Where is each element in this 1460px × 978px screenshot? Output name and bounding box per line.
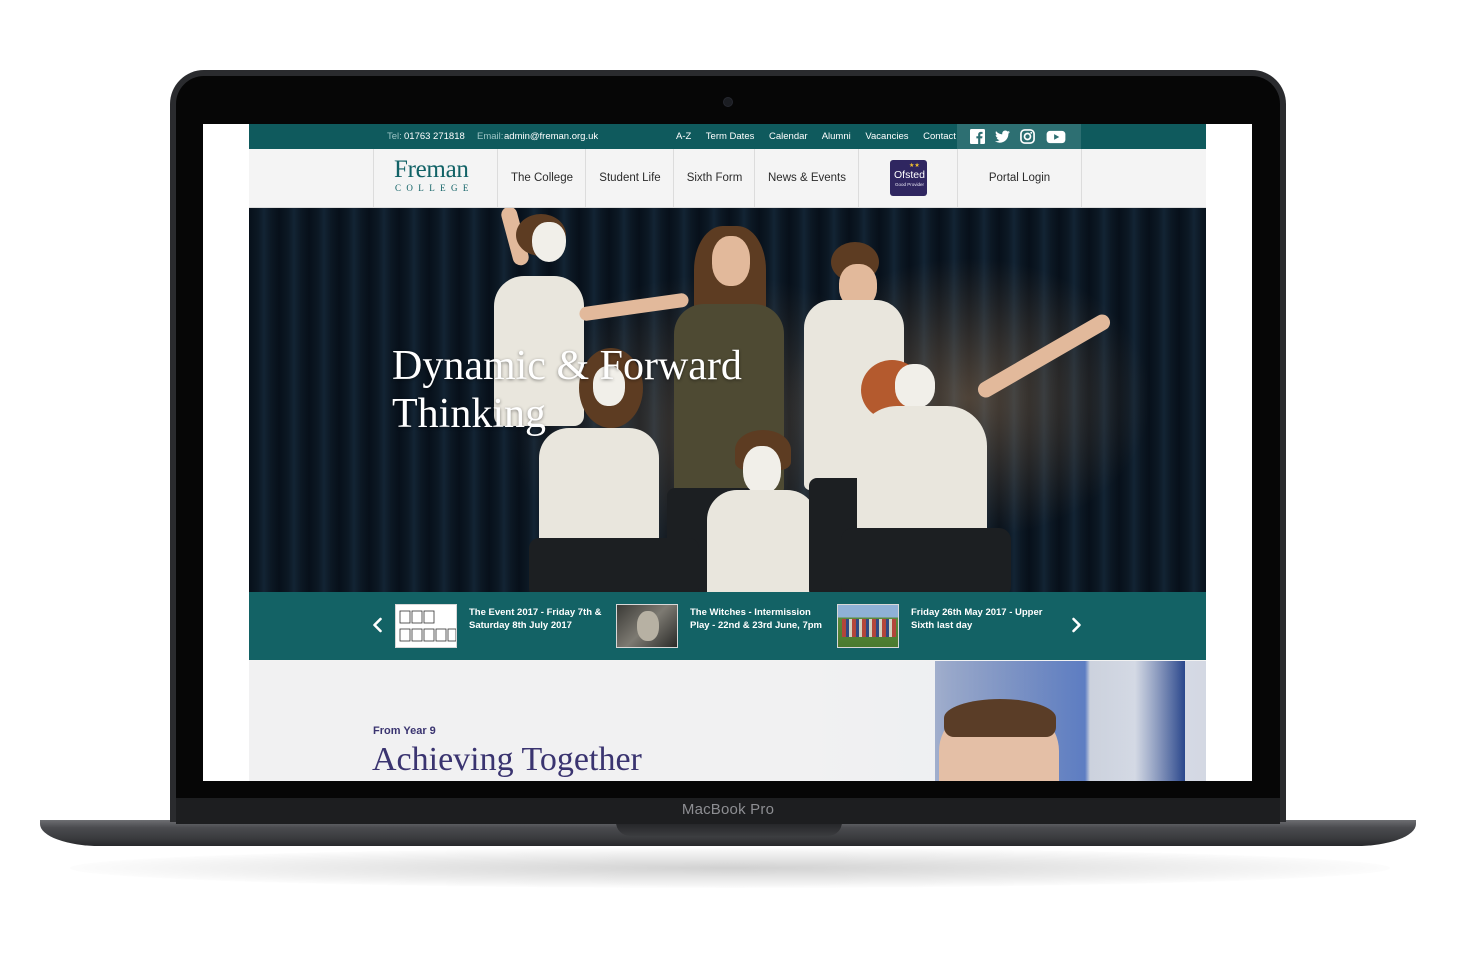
email-label: Email:: [477, 131, 504, 142]
chevron-right-icon[interactable]: [1067, 616, 1085, 634]
nav-item-sixth-form[interactable]: Sixth Form: [673, 149, 755, 207]
quick-links: A-Z Term Dates Calendar Alumni Vacancies…: [676, 131, 968, 142]
student-hair: [944, 699, 1056, 737]
ofsted-link[interactable]: ★★ Ofsted Good Provider: [858, 149, 958, 207]
section-eyebrow: From Year 9: [373, 725, 436, 737]
logo-subtitle: COLLEGE: [395, 183, 474, 193]
device-label: MacBook Pro: [681, 801, 775, 818]
hero-banner: Dynamic & Forward Thinking: [249, 208, 1206, 593]
news-item[interactable]: The Event 2017 - Friday 7th & Saturday 8…: [395, 604, 615, 650]
the-event-thumbnail-icon: [399, 610, 456, 642]
portal-login-button[interactable]: Portal Login: [957, 149, 1082, 207]
ofsted-stars-icon: ★★: [909, 163, 920, 169]
link-a-z[interactable]: A-Z: [676, 131, 691, 142]
website: Tel: 01763 271818 Email: admin@freman.or…: [249, 124, 1206, 781]
link-contact[interactable]: Contact: [923, 131, 956, 142]
laptop-shadow: [70, 848, 1390, 888]
news-item[interactable]: The Witches - Intermission Play - 22nd &…: [616, 604, 836, 650]
news-title: The Witches - Intermission Play - 22nd &…: [690, 607, 822, 631]
link-calendar[interactable]: Calendar: [769, 131, 808, 142]
news-title: Friday 26th May 2017 - Upper Sixth last …: [911, 607, 1043, 631]
news-thumbnail: [395, 604, 457, 648]
main-nav: Freman COLLEGE The College Student Life …: [249, 149, 1206, 208]
section-title: Achieving Together: [372, 741, 642, 778]
youtube-icon[interactable]: [1046, 129, 1066, 144]
news-thumbnail: [837, 604, 899, 648]
tel-link[interactable]: 01763 271818: [404, 131, 465, 142]
link-vacancies[interactable]: Vacancies: [865, 131, 908, 142]
ofsted-badge: ★★ Ofsted Good Provider: [890, 160, 927, 196]
ofsted-name: Ofsted: [894, 169, 925, 181]
nav-item-student-life[interactable]: Student Life: [585, 149, 674, 207]
site-logo[interactable]: Freman COLLEGE: [373, 149, 498, 207]
link-term-dates[interactable]: Term Dates: [706, 131, 755, 142]
tel-label: Tel:: [387, 131, 402, 142]
nav-item-news-events[interactable]: News & Events: [754, 149, 859, 207]
chevron-left-icon[interactable]: [369, 616, 387, 634]
ofsted-rating: Good Provider: [895, 182, 925, 187]
instagram-icon[interactable]: [1020, 129, 1035, 144]
logo-name: Freman: [394, 156, 469, 183]
twitter-icon[interactable]: [995, 129, 1010, 144]
top-bar: Tel: 01763 271818 Email: admin@freman.or…: [249, 124, 1206, 149]
news-carousel: The Event 2017 - Friday 7th & Saturday 8…: [249, 592, 1206, 660]
social-links: [957, 124, 1081, 149]
nav-item-the-college[interactable]: The College: [497, 149, 586, 207]
intro-section: From Year 9 Achieving Together: [249, 661, 1206, 781]
news-item[interactable]: Friday 26th May 2017 - Upper Sixth last …: [837, 604, 1057, 650]
link-alumni[interactable]: Alumni: [822, 131, 851, 142]
facebook-icon[interactable]: [970, 129, 985, 144]
news-thumbnail: [616, 604, 678, 648]
browser-screen: Tel: 01763 271818 Email: admin@freman.or…: [203, 124, 1252, 781]
hero-title: Dynamic & Forward Thinking: [392, 343, 742, 437]
email-link[interactable]: admin@freman.org.uk: [504, 131, 598, 142]
camera-icon: [723, 97, 733, 107]
news-title: The Event 2017 - Friday 7th & Saturday 8…: [469, 607, 602, 631]
